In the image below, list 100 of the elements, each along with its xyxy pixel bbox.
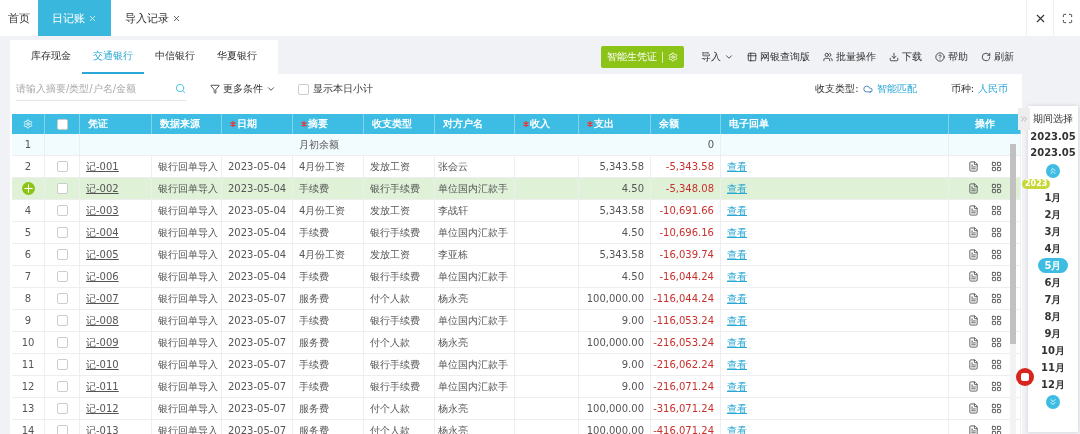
table-cell: -5,343.58 (651, 156, 721, 178)
column-header: 日期 (222, 114, 293, 134)
toolbar-button[interactable]: 帮助 (935, 50, 968, 64)
table-cell: 10 (12, 332, 45, 354)
table-cell: 发放工资 (364, 156, 435, 178)
month-item[interactable]: 10月 (1038, 343, 1068, 358)
panel-title: 期间选择 (1033, 112, 1073, 126)
column-header: 支出 (579, 114, 651, 134)
table-cell: -216,053.24 (651, 332, 721, 354)
table-cell: 9 (12, 310, 45, 332)
voucher-link[interactable]: 记-003 (86, 203, 119, 218)
column-header: 余额 (651, 114, 721, 134)
voucher-link[interactable]: 记-011 (86, 379, 119, 394)
toolbar-button[interactable]: 刷新 (981, 50, 1014, 64)
table-cell: 服务费 (293, 288, 364, 310)
table-cell: 手续费 (293, 310, 364, 332)
toolbar-button[interactable]: 网银查询版 (747, 50, 810, 64)
table-cell: 7 (12, 266, 45, 288)
voucher-link[interactable]: 记-004 (86, 225, 119, 240)
table-cell: 4.50 (579, 178, 651, 200)
table-cell: 2023-05-04 (222, 200, 293, 222)
table-cell: 银行回单导入 (152, 156, 222, 178)
filter-label: 币种: (950, 82, 974, 96)
more-filters-button[interactable]: 更多条件 (210, 82, 276, 96)
month-item[interactable]: 6月 (1038, 275, 1068, 290)
table-cell: 杨永亮 (435, 420, 515, 434)
voucher-link[interactable]: 记-012 (86, 401, 119, 416)
table-cell: 100,000.00 (579, 398, 651, 420)
table-cell: 12 (12, 376, 45, 398)
column-header: 对方户名 (435, 114, 515, 134)
table-cell: 银行回单导入 (152, 288, 222, 310)
voucher-link[interactable]: 记-009 (86, 335, 119, 350)
voucher-link[interactable]: 记-013 (86, 423, 119, 434)
table-cell: 银行手续费 (364, 222, 435, 244)
voucher-link[interactable]: 记-005 (86, 247, 119, 262)
table-cell: 手续费 (293, 222, 364, 244)
table-cell: 手续费 (293, 266, 364, 288)
voucher-link[interactable]: 记-010 (86, 357, 119, 372)
account-tab[interactable]: 库存现金 (20, 40, 82, 74)
checkbox-label: 显示本日小计 (313, 82, 373, 96)
voucher-link[interactable]: 记-001 (86, 159, 119, 174)
table-cell: 发放工资 (364, 200, 435, 222)
table-cell: 2023-05-04 (222, 244, 293, 266)
voucher-link[interactable]: 记-008 (86, 313, 119, 328)
table-cell: 5 (12, 222, 45, 244)
table-cell: -216,071.24 (651, 376, 721, 398)
toolbar-button[interactable]: 导入 (701, 50, 734, 64)
toolbar-button[interactable]: 批量操作 (823, 50, 876, 64)
table-cell: 2023-05-04 (222, 266, 293, 288)
table-cell: 0 (651, 134, 721, 156)
month-item[interactable]: 12月 (1038, 377, 1068, 392)
table-cell: 100,000.00 (579, 288, 651, 310)
voucher-link[interactable]: 记-007 (86, 291, 119, 306)
table-cell: 单位国内汇款手 (435, 222, 515, 244)
table-cell: 服务费 (293, 332, 364, 354)
column-header: 电子回单 (721, 114, 949, 134)
month-item[interactable]: 1月 (1038, 190, 1068, 205)
table-cell: 银行回单导入 (152, 354, 222, 376)
table-cell: 单位国内汇款手 (435, 310, 515, 332)
month-item[interactable]: 3月 (1038, 224, 1068, 239)
table-cell: -10,691.66 (651, 200, 721, 222)
page-tab[interactable]: 首页 (0, 0, 38, 36)
month-item[interactable]: 11月 (1038, 360, 1068, 375)
table-cell: 2023-05-07 (222, 332, 293, 354)
month-item[interactable]: 4月 (1038, 241, 1068, 256)
toolbar-button[interactable]: 下载 (889, 50, 922, 64)
table-cell: 1 (12, 134, 45, 156)
end-period: 2023.05 (1030, 147, 1076, 158)
table-cell: -16,039.74 (651, 244, 721, 266)
filter-label: 收支类型: (815, 82, 859, 96)
page-tab[interactable]: 导入记录 (111, 0, 195, 36)
table-cell: -16,044.24 (651, 266, 721, 288)
table-cell: 发放工资 (364, 244, 435, 266)
table-cell: 5,343.58 (579, 200, 651, 222)
table-cell: 4.50 (579, 266, 651, 288)
table-cell: 2023-05-04 (222, 156, 293, 178)
table-cell: 银行回单导入 (152, 222, 222, 244)
table-cell: 付个人款 (364, 288, 435, 310)
table-cell: 9.00 (579, 310, 651, 332)
table-cell: 4 (12, 200, 45, 222)
table-cell: -116,044.24 (651, 288, 721, 310)
table-cell: 9.00 (579, 376, 651, 398)
month-item[interactable]: 7月 (1038, 292, 1068, 307)
voucher-link[interactable]: 记-002 (86, 181, 119, 196)
month-item[interactable]: 9月 (1038, 326, 1068, 341)
column-header: 摘要 (293, 114, 364, 134)
table-cell: -10,696.16 (651, 222, 721, 244)
table-cell: 6 (12, 244, 45, 266)
table-cell: 2023-05-04 (222, 222, 293, 244)
column-header: 凭证 (80, 114, 152, 134)
table-cell: 银行回单导入 (152, 376, 222, 398)
voucher-link[interactable]: 记-006 (86, 269, 119, 284)
account-tab[interactable]: 华夏银行 (206, 40, 268, 74)
start-period: 2023.05 (1030, 131, 1076, 142)
month-item[interactable]: 8月 (1038, 309, 1068, 324)
month-item[interactable]: 2月 (1038, 207, 1068, 222)
table-cell: 4月份工资 (293, 156, 364, 178)
table-cell: 4月份工资 (293, 244, 364, 266)
account-tab[interactable]: 中信银行 (144, 40, 206, 74)
table-cell: 13 (12, 398, 45, 420)
